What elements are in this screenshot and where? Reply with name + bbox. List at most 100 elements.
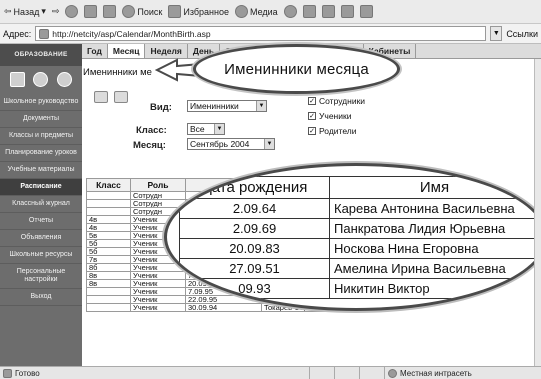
table-cell: 5б	[86, 239, 131, 248]
class-label: Класс:	[136, 125, 167, 136]
table-cell: 8в	[86, 279, 131, 288]
search-icon	[122, 5, 136, 18]
url-input[interactable]: http://netcity/asp/Calendar/MonthBirth.a…	[35, 26, 487, 41]
sidebar-item-announcements[interactable]: Объявления	[0, 230, 82, 247]
search-button[interactable]: Поиск	[122, 5, 162, 18]
magnified-date-cell: 2.09.64	[179, 198, 330, 219]
sidebar-item-reports[interactable]: Отчеты	[0, 213, 82, 230]
sidebar-item-journal[interactable]: Классный журнал	[0, 196, 82, 213]
magnified-row: 27.09.51 Амелина Ирина Васильевна	[179, 258, 540, 279]
status-seg-1	[310, 366, 335, 379]
table-cell	[86, 295, 131, 304]
table-cell	[86, 287, 131, 296]
address-label: Адрес:	[3, 28, 32, 39]
checkbox-students[interactable]: ✓ Ученики	[308, 111, 351, 121]
magnified-row: 09.93 Никитин Виктор	[179, 278, 540, 299]
sidebar-item-resources[interactable]: Школьные ресурсы	[0, 247, 82, 264]
checkbox-students-box[interactable]: ✓	[308, 112, 316, 120]
favorites-button[interactable]: Избранное	[168, 5, 229, 18]
magnified-date-cell: 09.93	[179, 278, 330, 299]
export-icon[interactable]	[114, 91, 128, 103]
back-button[interactable]: ⇦ Назад ▾	[4, 6, 46, 17]
print-controls	[94, 91, 128, 103]
table-cell: 7в	[86, 255, 131, 264]
magnified-row: 20.09.83 Носкова Нина Егоровна	[179, 238, 540, 259]
view-select[interactable]: Именинники ▼	[187, 100, 267, 112]
checkbox-parents[interactable]: ✓ Родители	[308, 126, 357, 136]
column-header-role: Роль	[130, 178, 186, 192]
class-select[interactable]: Все ▼	[187, 123, 225, 135]
page-title: Именинники ме	[83, 67, 152, 78]
status-bar: Готово Местная интрасеть	[0, 366, 541, 379]
chevron-down-icon: ▼	[256, 101, 266, 111]
tab-month[interactable]: Месяц	[107, 44, 146, 58]
chevron-down-icon[interactable]: ▾	[41, 6, 46, 17]
table-cell: Ученик	[130, 271, 186, 280]
table-cell: Сотрудн	[130, 199, 186, 208]
checkbox-staff-box[interactable]: ✓	[308, 97, 316, 105]
table-cell: Ученик	[130, 303, 186, 312]
page-done-icon	[3, 368, 12, 378]
edit-icon[interactable]	[340, 5, 354, 18]
magnifier-callout: Дата рождения Имя 2.09.64 Карева Антонина…	[164, 163, 541, 311]
browser-toolbar: ⇦ Назад ▾ ⇨ Поиск Избранное Медиа	[0, 0, 541, 24]
sidebar-item-materials[interactable]: Учебные материалы	[0, 162, 82, 179]
sidebar-item-planning[interactable]: Планирование уроков	[0, 145, 82, 162]
magnified-table: Дата рождения Имя 2.09.64 Карева Антонина…	[179, 176, 540, 299]
magnified-body: 2.09.64 Карева Антонина Васильевна 2.09.69…	[179, 198, 540, 299]
checkbox-parents-box[interactable]: ✓	[308, 127, 316, 135]
table-cell: 8в	[86, 271, 131, 280]
messenger-icon[interactable]	[359, 5, 373, 18]
checkbox-staff[interactable]: ✓ Сотрудники	[308, 96, 365, 106]
sidebar-item-classes[interactable]: Классы и предметы	[0, 128, 82, 145]
vertical-scrollbar[interactable]	[534, 59, 541, 366]
address-bar: Адрес: http://netcity/asp/Calendar/Month…	[0, 24, 541, 44]
table-cell	[86, 207, 131, 216]
title-callout-text: Именинники месяца	[224, 60, 369, 78]
intranet-icon	[388, 368, 397, 378]
links-button[interactable]: Ссылки	[506, 29, 538, 39]
title-callout: Именинники месяца	[193, 44, 400, 94]
refresh-icon[interactable]	[84, 5, 98, 18]
settings-icon[interactable]	[33, 71, 49, 87]
chevron-down-icon: ▼	[264, 139, 274, 149]
table-cell: 4в	[86, 215, 131, 224]
month-label: Месяц:	[133, 140, 166, 151]
table-cell: 8б	[86, 263, 131, 272]
magnified-name-cell: Карева Антонина Васильевна	[329, 198, 540, 219]
print-icon[interactable]	[321, 5, 335, 18]
status-left: Готово	[0, 366, 310, 379]
table-cell: 5б	[86, 247, 131, 256]
sidebar-logo: ОБРАЗОВАНИЕ	[0, 44, 82, 66]
url-text: http://netcity/asp/Calendar/MonthBirth.a…	[52, 28, 211, 39]
sidebar-item-schedule[interactable]: Расписание	[0, 179, 82, 196]
calendar-icon[interactable]	[10, 71, 26, 87]
home-icon[interactable]	[103, 5, 117, 18]
table-cell: Ученик	[130, 287, 186, 296]
table-cell: Сотрудн	[130, 191, 186, 200]
magnified-header-row: Дата рождения Имя	[179, 176, 540, 199]
column-header-class: Класс	[86, 178, 131, 192]
sidebar-icon-row	[0, 66, 82, 92]
mail-icon[interactable]	[302, 5, 316, 18]
sidebar-item-management[interactable]: Школьное руководство	[0, 92, 82, 111]
back-arrow-icon: ⇦	[4, 6, 12, 16]
print-icon[interactable]	[94, 91, 108, 103]
sidebar-item-documents[interactable]: Документы	[0, 111, 82, 128]
magnified-header-date: Дата рождения	[179, 176, 330, 199]
chevron-down-icon: ▼	[214, 124, 224, 134]
magnified-row: 2.09.69 Панкратова Лидия Юрьевна	[179, 218, 540, 239]
sidebar-item-settings[interactable]: Персональные настройки	[0, 264, 82, 289]
month-select[interactable]: Сентябрь 2004 ▼	[187, 138, 275, 150]
forward-icon[interactable]: ⇨	[52, 6, 60, 17]
sidebar-item-exit[interactable]: Выход	[0, 289, 82, 306]
url-dropdown-icon[interactable]: ▼	[490, 26, 503, 41]
magnified-date-cell: 27.09.51	[179, 258, 330, 279]
history-icon[interactable]	[283, 5, 297, 18]
tab-year[interactable]: Год	[82, 44, 108, 58]
media-button[interactable]: Медиа	[235, 5, 278, 18]
help-icon[interactable]	[56, 71, 72, 87]
stop-icon[interactable]	[65, 5, 79, 18]
magnified-name-cell: Носкова Нина Егоровна	[329, 238, 540, 259]
magnified-date-cell: 20.09.83	[179, 238, 330, 259]
